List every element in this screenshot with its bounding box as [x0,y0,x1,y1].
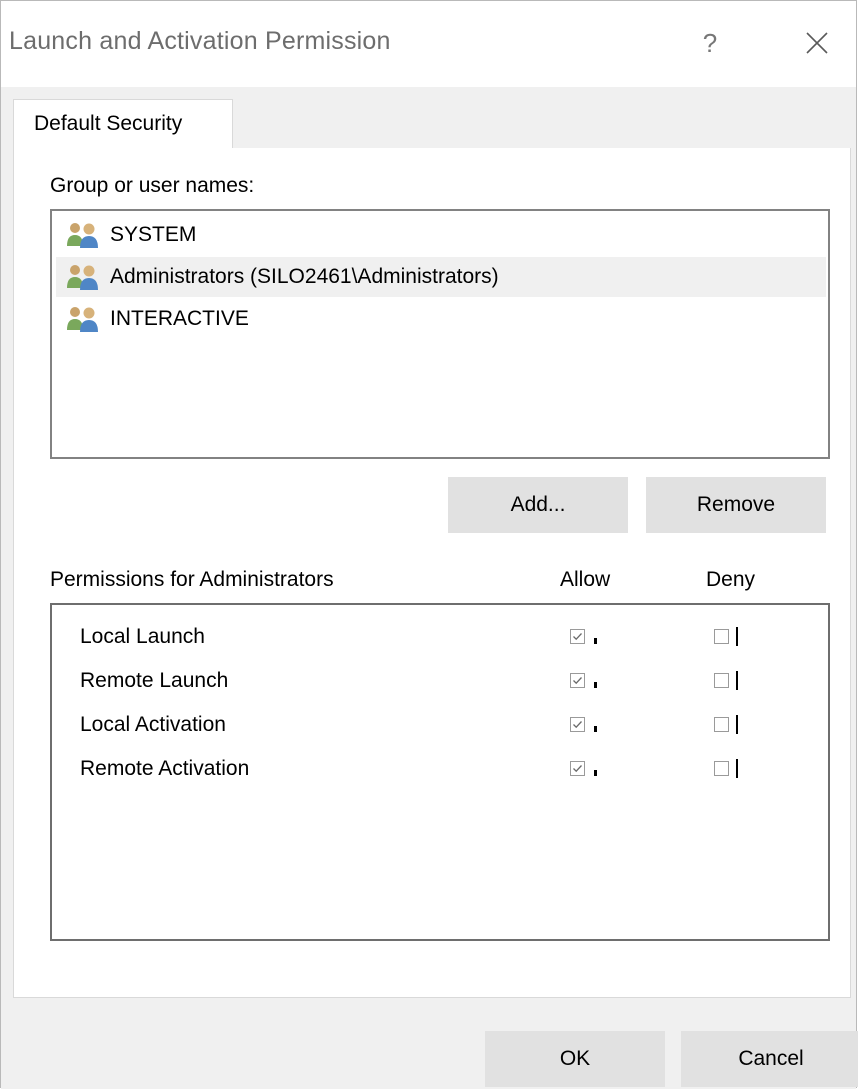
allow-column-header: Allow [560,568,611,591]
allow-indicator [594,726,597,732]
list-item-label: SYSTEM [110,223,197,246]
deny-indicator [736,627,738,646]
list-item-label: Administrators (SILO2461\Administrators) [110,265,499,288]
permissions-list: Local Launch Remote Launch Local Activat… [50,603,830,941]
close-button[interactable] [785,15,847,71]
permission-name: Remote Activation [80,757,250,780]
allow-checkbox[interactable] [570,673,585,688]
deny-indicator [736,715,738,734]
checkmark-icon [573,765,582,773]
permissions-heading: Permissions for Administrators [50,568,334,591]
list-item-system[interactable]: SYSTEM [56,215,826,255]
list-item-administrators[interactable]: Administrators (SILO2461\Administrators) [56,257,826,297]
checkmark-icon [573,721,582,729]
allow-indicator [594,638,597,644]
list-item-interactive[interactable]: INTERACTIVE [56,299,826,339]
checkmark-icon [573,677,582,685]
deny-indicator [736,759,738,778]
title-bar: Launch and Activation Permission ? [1,1,856,87]
dialog-footer: OK Cancel [1,1011,858,1089]
allow-indicator [594,770,597,776]
allow-checkbox[interactable] [570,629,585,644]
cancel-button[interactable]: Cancel [681,1031,858,1087]
deny-checkbox[interactable] [714,717,729,732]
permission-name: Remote Launch [80,669,229,692]
allow-checkbox[interactable] [570,717,585,732]
deny-checkbox[interactable] [714,673,729,688]
permission-row-remote-launch: Remote Launch [52,659,828,703]
users-icon [64,262,104,292]
launch-activation-permission-dialog: Launch and Activation Permission ? Defau… [0,0,858,1089]
permission-row-local-launch: Local Launch [52,615,828,659]
permission-row-local-activation: Local Activation [52,703,828,747]
deny-checkbox[interactable] [714,629,729,644]
deny-column-header: Deny [706,568,756,591]
tab-panel: Group or user names: SYSTEM Administrato… [13,148,851,998]
help-button[interactable]: ? [685,15,735,71]
permission-name: Local Activation [80,713,226,736]
allow-indicator [594,682,597,688]
permission-row-remote-activation: Remote Activation [52,747,828,791]
allow-checkbox[interactable] [570,761,585,776]
permission-name: Local Launch [80,625,205,648]
ok-button[interactable]: OK [485,1031,665,1087]
checkmark-icon [573,633,582,641]
window-title: Launch and Activation Permission [9,27,391,55]
dialog-body: Default Security Group or user names: SY… [1,87,856,1011]
deny-checkbox[interactable] [714,761,729,776]
deny-indicator [736,671,738,690]
close-icon [806,32,828,54]
tab-default-security[interactable]: Default Security [13,99,233,149]
remove-button[interactable]: Remove [646,477,826,533]
group-names-heading: Group or user names: [50,174,255,197]
group-user-listbox[interactable]: SYSTEM Administrators (SILO2461\Administ… [50,209,830,459]
users-icon [64,220,104,250]
list-item-label: INTERACTIVE [110,307,249,330]
users-icon [64,304,104,334]
add-button[interactable]: Add... [448,477,628,533]
